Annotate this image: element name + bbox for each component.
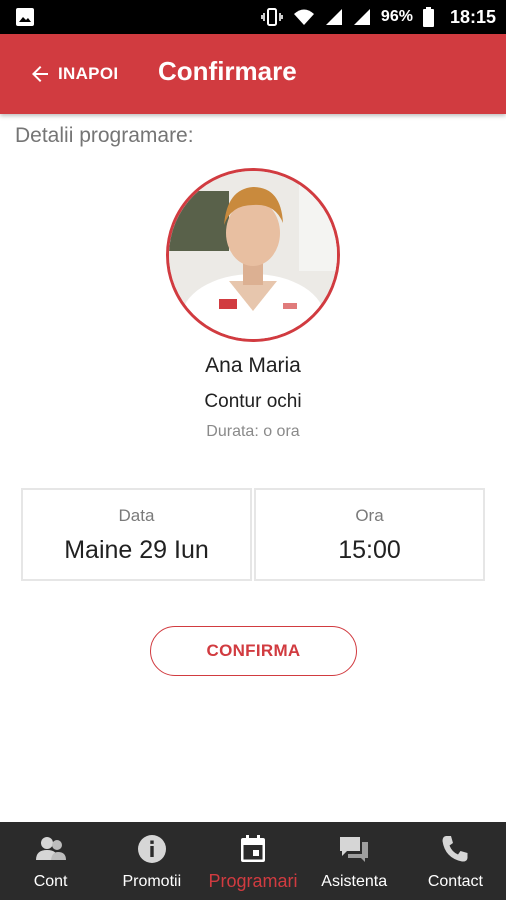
bottom-nav: Cont Promotii Programari Asistenta Conta… — [0, 822, 506, 900]
date-box: Data Maine 29 Iun — [21, 488, 252, 581]
specialist-avatar — [166, 168, 340, 342]
time-value: 15:00 — [338, 536, 401, 564]
vibrate-icon — [261, 8, 283, 26]
phone-icon — [442, 836, 468, 862]
nav-label-contact: Contact — [427, 873, 483, 890]
nav-item-asistenta[interactable]: Asistenta — [304, 822, 405, 900]
page-title: Confirmare — [158, 56, 297, 86]
battery-icon — [422, 7, 434, 27]
service-duration: Durata: o ora — [206, 423, 300, 440]
specialist-photo — [169, 171, 337, 339]
app-bar: INAPOI Confirmare — [0, 34, 506, 114]
nav-item-cont[interactable]: Cont — [0, 822, 101, 900]
wifi-icon — [293, 9, 314, 25]
info-icon — [137, 835, 166, 863]
nav-label-asistenta: Asistenta — [321, 873, 388, 890]
time-caption: Ora — [355, 506, 384, 525]
signal-icon-2 — [353, 9, 370, 25]
nav-item-programari[interactable]: Programari — [202, 822, 303, 900]
battery-percent: 96% — [380, 8, 413, 25]
confirm-button[interactable]: CONFIRMA — [150, 626, 357, 676]
back-button[interactable]: INAPOI — [28, 60, 118, 88]
specialist-name: Ana Maria — [205, 354, 301, 377]
calendar-icon — [241, 835, 265, 862]
section-title: Detalii programare: — [15, 124, 194, 147]
nav-label-programari: Programari — [208, 871, 298, 891]
back-label: INAPOI — [58, 64, 119, 83]
image-notification-icon — [16, 8, 34, 26]
nav-item-promotii[interactable]: Promotii — [101, 822, 202, 900]
service-name: Contur ochi — [204, 391, 302, 412]
nav-item-contact[interactable]: Contact — [405, 822, 506, 900]
nav-label-promotii: Promotii — [122, 873, 182, 890]
clock: 18:15 — [449, 6, 496, 27]
status-bar: 96% 18:15 — [0, 0, 506, 34]
nav-label-cont: Cont — [33, 873, 68, 890]
date-value: Maine 29 Iun — [64, 536, 209, 564]
time-box: Ora 15:00 — [254, 488, 485, 581]
date-caption: Data — [118, 506, 155, 525]
signal-icon — [325, 9, 342, 25]
account-icon — [35, 837, 66, 860]
arrow-back-icon — [32, 66, 48, 82]
chat-icon — [340, 837, 369, 862]
